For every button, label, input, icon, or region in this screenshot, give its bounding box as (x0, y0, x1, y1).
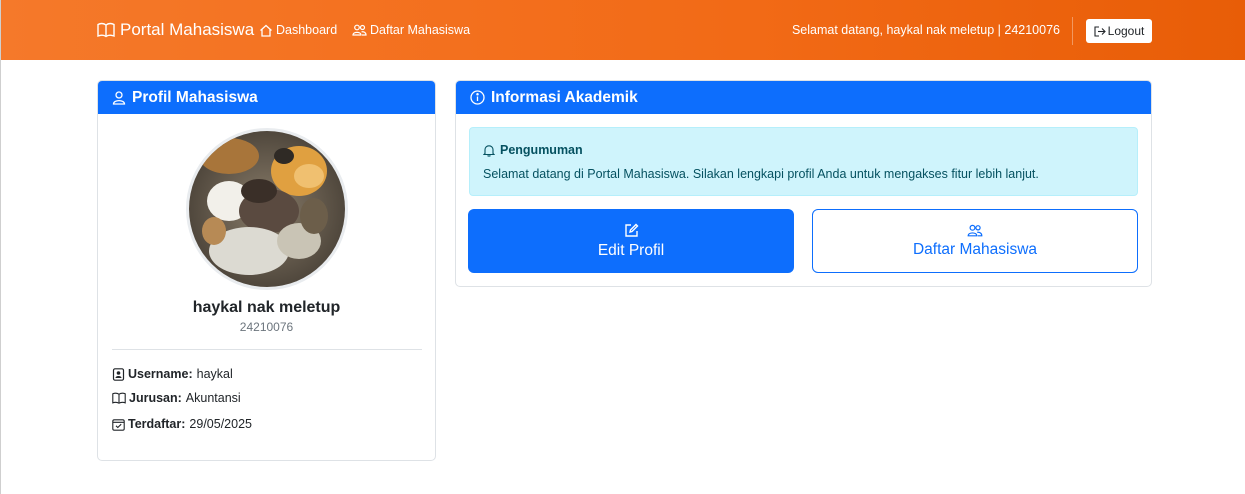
jurusan-row: Jurusan: Akuntansi (112, 391, 241, 405)
username-value: haykal (196, 367, 233, 381)
daftar-mahasiswa-button[interactable]: Daftar Mahasiswa (812, 209, 1138, 273)
pencil-square-icon (624, 223, 638, 237)
navbar-brand[interactable]: Portal Mahasiswa (97, 20, 254, 40)
terdaftar-value: 29/05/2025 (189, 417, 252, 431)
house-icon (260, 24, 272, 37)
akademik-card: Informasi Akademik Pengumuman Selamat da… (455, 80, 1152, 287)
bell-icon (483, 144, 495, 157)
announcement-alert: Pengumuman Selamat datang di Portal Maha… (469, 127, 1138, 196)
akademik-card-title: Informasi Akademik (491, 88, 638, 106)
nav-link-label: Daftar Mahasiswa (370, 23, 471, 37)
person-icon (112, 90, 126, 105)
announcement-text: Selamat datang di Portal Mahasiswa. Sila… (483, 167, 1039, 181)
profile-card: Profil Mahasiswa haykal nak meletup 2421… (97, 80, 436, 461)
calendar-check-icon (112, 418, 125, 431)
welcome-text: Selamat datang, haykal nak meletup | 242… (791, 23, 1060, 37)
book-icon (97, 22, 115, 38)
nav-link-daftar-mahasiswa[interactable]: Daftar Mahasiswa (352, 23, 470, 37)
brand-label: Portal Mahasiswa (120, 20, 255, 39)
navbar-divider (1072, 17, 1073, 45)
username-row: Username: haykal (112, 367, 233, 381)
book-icon (112, 392, 126, 404)
avatar (186, 128, 348, 290)
people-icon (967, 224, 983, 236)
daftar-mahasiswa-label: Daftar Mahasiswa (912, 240, 1038, 258)
person-badge-icon (112, 367, 125, 381)
profile-name: haykal nak meletup (192, 299, 341, 316)
profile-nim: 24210076 (239, 320, 294, 334)
terdaftar-row: Terdaftar: 29/05/2025 (112, 417, 252, 431)
announcement-title-text: Pengumuman (500, 143, 583, 157)
nav-link-label: Dashboard (276, 23, 338, 37)
jurusan-value: Akuntansi (185, 391, 241, 405)
people-icon (352, 24, 367, 36)
terdaftar-label: Terdaftar: (128, 417, 186, 431)
navbar: Portal Mahasiswa Dashboard Daftar Mahasi… (1, 0, 1245, 60)
announcement-title: Pengumuman (483, 143, 583, 157)
logout-button[interactable]: Logout (1086, 19, 1152, 43)
edit-profil-label: Edit Profil (597, 241, 665, 259)
akademik-card-header: Informasi Akademik (456, 81, 1151, 114)
profile-card-title: Profil Mahasiswa (132, 88, 258, 106)
info-circle-icon (470, 90, 485, 105)
jurusan-label: Jurusan: (129, 391, 182, 405)
username-label: Username: (128, 367, 193, 381)
divider (112, 349, 422, 350)
nav-link-dashboard[interactable]: Dashboard (259, 23, 337, 37)
logout-label: Logout (1107, 24, 1145, 38)
profile-card-header: Profil Mahasiswa (98, 81, 435, 114)
edit-profil-button[interactable]: Edit Profil (468, 209, 794, 273)
logout-icon (1094, 25, 1106, 37)
